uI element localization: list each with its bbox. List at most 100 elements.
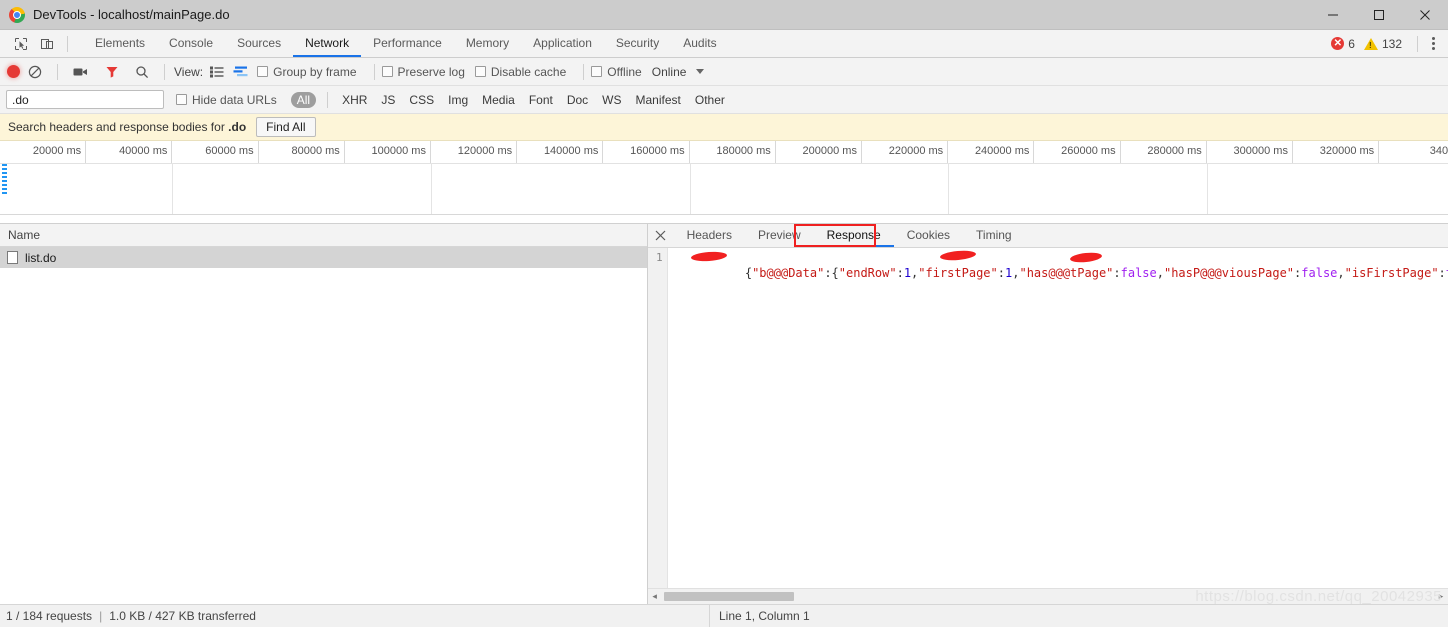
line-number: 1 (655, 251, 663, 264)
timeline-gridline (172, 163, 174, 214)
requests-column-header[interactable]: Name (0, 224, 647, 247)
requests-list: list.do (0, 247, 647, 604)
record-button-icon[interactable] (7, 59, 20, 85)
tab-response[interactable]: Response (813, 224, 894, 247)
preserve-log-checkbox[interactable]: Preserve log (381, 65, 465, 79)
disable-cache-label: Disable cache (490, 64, 567, 79)
device-toolbar-icon[interactable] (34, 31, 60, 57)
tab-console[interactable]: Console (157, 30, 225, 57)
clear-icon[interactable] (28, 59, 42, 85)
timeline-tick: 20000 ms (0, 141, 87, 163)
network-overview[interactable]: 20000 ms 40000 ms 60000 ms 80000 ms 100000 m… (0, 141, 1448, 224)
filter-type-xhr[interactable]: XHR (335, 93, 374, 107)
timeline-tick-label: 140000 ms (543, 145, 599, 157)
timeline-tick-label: 80000 ms (291, 145, 340, 157)
close-icon[interactable] (648, 224, 674, 247)
filter-type-all[interactable]: All (290, 91, 317, 108)
timeline-tick-label: 200000 ms (802, 145, 857, 157)
chevron-down-icon[interactable] (696, 69, 705, 74)
filter-type-js[interactable]: JS (374, 93, 402, 107)
timeline-tick: 240000 ms (948, 141, 1035, 163)
list-view-icon[interactable] (210, 59, 224, 85)
redaction-scribble-3 (1069, 251, 1102, 264)
tab-cookies[interactable]: Cookies (894, 224, 963, 247)
toolbar-divider-5 (583, 63, 585, 80)
network-toolbar: View: Group by frame Preserve log Disabl… (0, 58, 1448, 86)
timeline-tick: 260000 ms (1034, 141, 1121, 163)
toolbar-divider-right (1417, 35, 1418, 52)
line-number-gutter: 1 (647, 248, 668, 588)
timeline-tick: 140000 ms (517, 141, 604, 163)
content-split: Name list.do Headers Preview Response Co… (0, 224, 1448, 604)
timeline-tick-label: 160000 ms (630, 145, 685, 157)
filter-type-ws[interactable]: WS (595, 93, 628, 107)
tab-elements[interactable]: Elements (83, 30, 157, 57)
timeline-tick-label: 40000 ms (119, 145, 168, 157)
disable-cache-checkbox[interactable]: Disable cache (474, 64, 567, 79)
toolbar-divider-6 (327, 91, 329, 108)
camera-icon[interactable] (73, 59, 89, 85)
tab-memory[interactable]: Memory (454, 30, 521, 57)
warning-count-badge[interactable]: 132 (1363, 37, 1402, 51)
error-count-badge[interactable]: ✕ 6 (1331, 37, 1355, 51)
scroll-left-arrow[interactable]: ◂ (648, 591, 662, 602)
filter-funnel-icon[interactable] (105, 59, 119, 85)
response-body-text[interactable]: {"b@@@Data":{"endRow":1,"firstPage":1,"h… (668, 248, 1448, 588)
toolbar-divider (67, 35, 68, 52)
offline-checkbox[interactable]: Offline (591, 65, 642, 79)
search-icon[interactable] (135, 59, 149, 85)
timeline-tick: 320000 ms (1293, 141, 1380, 163)
timeline-tick: 180000 ms (690, 141, 776, 163)
timeline-tick-label: 20000 ms (32, 145, 82, 157)
filter-type-other[interactable]: Other (688, 93, 732, 107)
title-bar: DevTools - localhost/mainPage.do (0, 0, 1448, 30)
error-icon: ✕ (1331, 37, 1345, 50)
close-button[interactable] (1402, 0, 1448, 29)
timeline-tick: 160000 ms (603, 141, 690, 163)
filter-input[interactable]: .do (6, 90, 164, 109)
timeline-tick-label: 34000 (1429, 145, 1448, 157)
tab-network[interactable]: Network (293, 30, 362, 57)
filter-type-css[interactable]: CSS (402, 93, 441, 107)
inspect-element-icon[interactable] (8, 31, 34, 57)
throttling-value[interactable]: Online (652, 65, 687, 79)
filter-type-doc[interactable]: Doc (560, 93, 595, 107)
filter-type-manifest[interactable]: Manifest (629, 93, 688, 107)
scrollbar-thumb[interactable] (663, 592, 794, 601)
tab-headers[interactable]: Headers (674, 224, 745, 247)
filter-type-font[interactable]: Font (522, 93, 560, 107)
tab-security[interactable]: Security (604, 30, 671, 57)
response-json-line: {"b@@@Data":{"endRow":1,"firstPage":1,"h… (744, 266, 1448, 280)
group-by-frame-checkbox[interactable]: Group by frame (257, 65, 357, 79)
tab-application[interactable]: Application (521, 30, 604, 57)
tab-audits[interactable]: Audits (671, 30, 728, 57)
tab-timing[interactable]: Timing (963, 224, 1025, 247)
table-row[interactable]: list.do (0, 247, 647, 268)
error-count-label: 6 (1348, 36, 1355, 51)
tab-preview[interactable]: Preview (745, 224, 814, 247)
timeline-tick-label: 180000 ms (716, 145, 771, 157)
chrome-logo-icon (9, 6, 25, 23)
window-controls (1310, 0, 1448, 29)
warning-icon (1363, 37, 1378, 50)
devtools-window: DevTools - localhost/mainPage.do Element… (0, 0, 1448, 627)
timeline-tick-label: 120000 ms (457, 145, 513, 157)
filter-type-img[interactable]: Img (441, 93, 475, 107)
toolbar-divider-3 (164, 63, 165, 80)
timeline-tick: 80000 ms (259, 141, 345, 163)
waterfall-view-icon[interactable] (233, 59, 248, 85)
find-all-button[interactable]: Find All (256, 117, 316, 137)
checkbox-box (474, 66, 486, 77)
requests-panel: Name list.do (0, 224, 648, 604)
timeline-tick-label: 100000 ms (371, 145, 426, 157)
hide-data-urls-checkbox[interactable]: Hide data URLs (176, 93, 277, 107)
tab-performance[interactable]: Performance (361, 30, 454, 57)
view-label: View: (174, 64, 204, 79)
filter-type-media[interactable]: Media (475, 93, 522, 107)
minimize-button[interactable] (1310, 0, 1356, 29)
kebab-menu-icon[interactable] (1424, 33, 1442, 55)
maximize-button[interactable] (1356, 0, 1402, 29)
checkbox-box (381, 66, 393, 77)
tab-sources[interactable]: Sources (225, 30, 293, 57)
response-body-viewer[interactable]: 1 {"b@@@Data":{"endRow":1,"firstPage":1,… (647, 248, 1448, 588)
